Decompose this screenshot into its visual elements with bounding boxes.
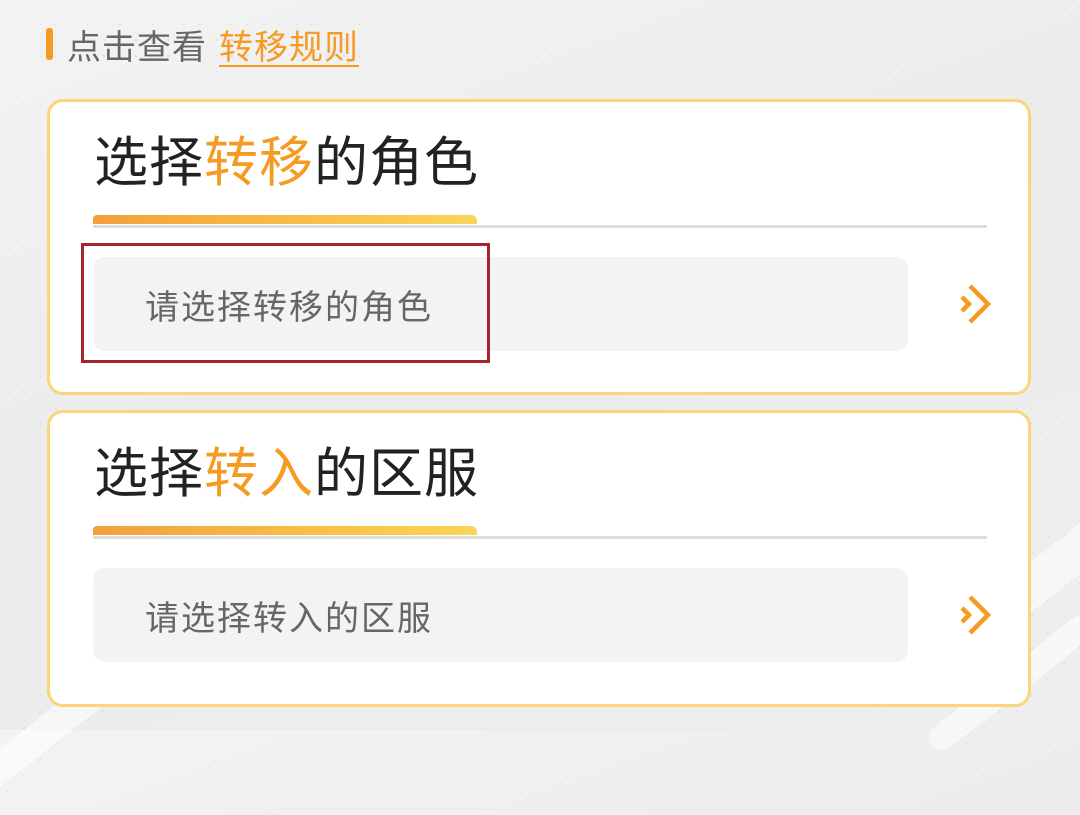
title-prefix: 选择 bbox=[94, 131, 204, 194]
title-suffix: 的区服 bbox=[314, 442, 479, 505]
select-server-field[interactable]: 请选择转入的区服 bbox=[93, 568, 908, 662]
title-highlight: 转移 bbox=[204, 131, 314, 194]
chevron-right-icon[interactable] bbox=[956, 591, 996, 639]
select-role-field[interactable]: 请选择转移的角色 bbox=[93, 257, 908, 351]
select-server-placeholder: 请选择转入的区服 bbox=[145, 598, 433, 639]
chevron-right-icon[interactable] bbox=[956, 280, 996, 328]
rules-prefix-text: 点击查看 bbox=[67, 27, 207, 68]
title-divider bbox=[93, 225, 987, 228]
title-divider bbox=[93, 536, 987, 539]
title-highlight: 转入 bbox=[204, 442, 314, 505]
select-role-card: 选择转移的角色 请选择转移的角色 bbox=[47, 99, 1031, 395]
select-server-card: 选择转入的区服 请选择转入的区服 bbox=[47, 410, 1031, 707]
title-prefix: 选择 bbox=[94, 442, 204, 505]
title-suffix: 的角色 bbox=[314, 131, 479, 194]
section-marker-bar bbox=[46, 28, 53, 60]
transfer-rules-row: 点击查看 转移规则 bbox=[46, 20, 359, 68]
title-accent-bar bbox=[93, 215, 477, 224]
select-role-placeholder: 请选择转移的角色 bbox=[145, 287, 433, 328]
select-role-title: 选择转移的角色 bbox=[94, 130, 479, 196]
select-server-title: 选择转入的区服 bbox=[94, 441, 479, 507]
transfer-rules-link[interactable]: 转移规则 bbox=[219, 20, 359, 69]
title-accent-bar bbox=[93, 526, 477, 535]
